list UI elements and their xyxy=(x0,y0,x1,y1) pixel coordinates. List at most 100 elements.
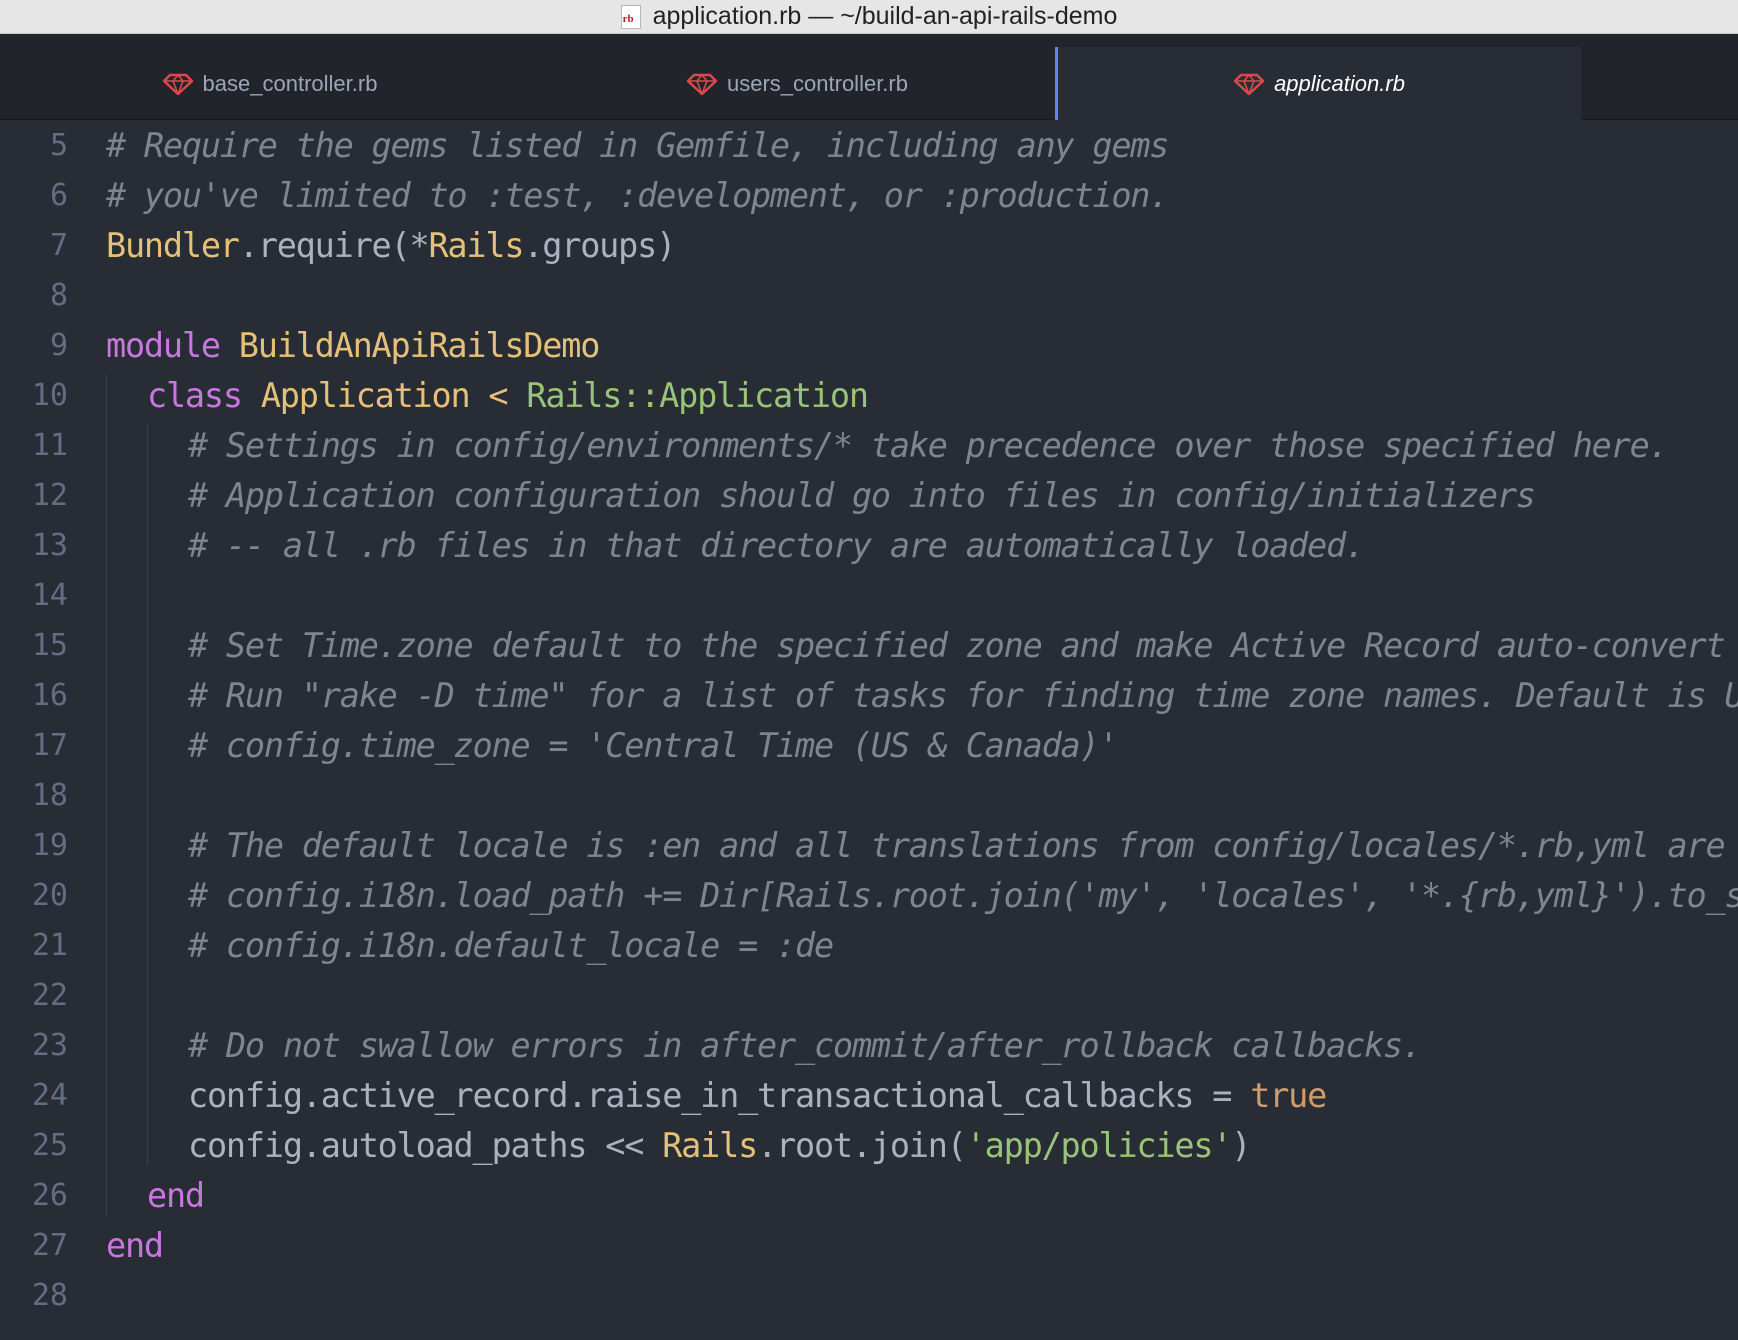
code-token: # config.i18n.default_locale = :de xyxy=(188,925,834,965)
code-line[interactable]: 11 # Settings in config/environments/* ta… xyxy=(0,420,1738,470)
code-token: # -- all .rb files in that directory are… xyxy=(188,525,1365,565)
code-token: # Do not swallow errors in after_commit/… xyxy=(188,1025,1422,1065)
tab-label: base_controller.rb xyxy=(202,70,378,96)
code-line[interactable]: 12 # Application configuration should go … xyxy=(0,470,1738,520)
window-title: application.rb — ~/build-an-api-rails-de… xyxy=(652,2,1118,30)
code-line[interactable]: 9 module BuildAnApiRailsDemo xyxy=(0,320,1738,370)
code-text: # Settings in config/environments/* take… xyxy=(188,425,1669,465)
ruby-gem-icon xyxy=(687,73,717,95)
code-line[interactable]: 25 config.autoload_paths << Rails.root.jo… xyxy=(0,1120,1738,1170)
code-line[interactable]: 22 xyxy=(0,970,1738,1020)
line-number: 9 xyxy=(49,327,68,363)
code-line[interactable]: 21 # config.i18n.default_locale = :de xyxy=(0,920,1738,970)
code-line[interactable]: 16 # Run "rake -D time" for a list of tas… xyxy=(0,670,1738,720)
line-number: 25 xyxy=(31,1127,68,1163)
code-line[interactable]: 20 # config.i18n.load_path += Dir[Rails.r… xyxy=(0,870,1738,920)
code-token: BuildAnApiRailsDemo xyxy=(238,325,601,365)
code-line[interactable]: 13 # -- all .rb files in that directory a… xyxy=(0,520,1738,570)
code-token: # config.time_zone = 'Central Time (US &… xyxy=(188,725,1119,765)
code-text: # Application configuration should go in… xyxy=(188,475,1536,515)
code-line[interactable]: 10 class Application < Rails::Application xyxy=(0,370,1738,420)
tab-base-controller[interactable]: base_controller.rb xyxy=(0,47,540,120)
code-text: # Require the gems listed in Gemfile, in… xyxy=(106,125,1169,165)
code-line[interactable]: 5 # Require the gems listed in Gemfile, i… xyxy=(0,120,1738,170)
code-token: # Run "rake -D time" for a list of tasks… xyxy=(188,675,1738,715)
code-line[interactable]: 27 end xyxy=(0,1220,1738,1270)
code-line[interactable]: 8 xyxy=(0,270,1738,320)
code-text: # config.time_zone = 'Central Time (US &… xyxy=(188,725,1119,765)
line-number: 18 xyxy=(31,777,68,813)
line-number: 26 xyxy=(31,1177,68,1213)
ruby-gem-icon xyxy=(1234,73,1265,95)
code-text: # you've limited to :test, :development,… xyxy=(106,176,1169,215)
line-number: 6 xyxy=(49,177,68,213)
line-number: 7 xyxy=(49,227,68,263)
line-number: 17 xyxy=(31,727,68,763)
line-number: 24 xyxy=(31,1077,68,1113)
line-number: 12 xyxy=(31,477,68,513)
code-token: Bundler xyxy=(106,225,240,265)
code-line[interactable]: 6 # you've limited to :test, :development… xyxy=(0,170,1738,220)
tab-label: application.rb xyxy=(1274,70,1405,96)
line-number: 19 xyxy=(31,827,68,863)
code-token: < xyxy=(469,375,527,415)
code-line[interactable]: 14 xyxy=(0,570,1738,620)
file-badge: rb xyxy=(622,12,634,25)
code-token: class xyxy=(147,375,261,415)
line-number: 11 xyxy=(31,427,68,463)
line-number: 21 xyxy=(31,927,68,963)
code-token: Rails xyxy=(662,1125,758,1165)
line-number: 22 xyxy=(31,977,68,1013)
tab-users-controller[interactable]: users_controller.rb xyxy=(540,47,1055,120)
code-token: # Application configuration should go in… xyxy=(188,475,1536,515)
ruby-file-icon: rb xyxy=(620,4,641,29)
code-token: module xyxy=(106,325,239,365)
code-editor[interactable]: 5 # Require the gems listed in Gemfile, i… xyxy=(0,120,1738,1340)
code-token: # The default locale is :en and all tran… xyxy=(188,825,1726,865)
ruby-gem-icon xyxy=(162,73,193,95)
code-text: # Set Time.zone default to the specified… xyxy=(188,626,1738,665)
window-titlebar: rb application.rb — ~/build-an-api-rails… xyxy=(0,0,1738,34)
code-token: # Require the gems listed in Gemfile, in… xyxy=(106,125,1169,165)
code-text: # config.i18n.default_locale = :de xyxy=(188,925,834,965)
code-line[interactable]: 28 xyxy=(0,1270,1738,1320)
code-token: config.active_record.raise_in_transactio… xyxy=(188,1075,1251,1115)
code-line[interactable]: 18 xyxy=(0,770,1738,820)
line-number: 10 xyxy=(31,377,68,413)
code-line[interactable]: 17 # config.time_zone = 'Central Time (US… xyxy=(0,720,1738,770)
line-number: 14 xyxy=(31,577,68,613)
code-token: # Set Time.zone default to the specified… xyxy=(188,625,1726,665)
code-text: # Run "rake -D time" for a list of tasks… xyxy=(188,676,1738,715)
line-number: 27 xyxy=(31,1227,68,1263)
code-token: # config.i18n.load_path += Dir[Rails.roo… xyxy=(188,875,1738,915)
code-text: end xyxy=(106,1226,164,1265)
line-number: 8 xyxy=(49,277,68,313)
code-token: # Settings in config/environments/* take… xyxy=(188,425,1669,465)
code-text: Bundler.require(*Rails.groups) xyxy=(106,225,676,265)
line-number: 23 xyxy=(31,1027,68,1063)
tab-application[interactable]: application.rb xyxy=(1055,47,1581,120)
code-lines: 5 # Require the gems listed in Gemfile, i… xyxy=(0,120,1738,1320)
code-token: true xyxy=(1250,1075,1327,1115)
code-token: Rails::Application xyxy=(526,375,869,415)
tab-label: users_controller.rb xyxy=(727,70,908,96)
code-line[interactable]: 15 # Set Time.zone default to the specifi… xyxy=(0,620,1738,670)
code-token: end xyxy=(147,1175,205,1215)
code-token: ) xyxy=(1231,1125,1251,1165)
code-line[interactable]: 26 end xyxy=(0,1170,1738,1220)
indent-guide xyxy=(147,424,148,1166)
code-text: # config.i18n.load_path += Dir[Rails.roo… xyxy=(188,876,1738,915)
code-line[interactable]: 23 # Do not swallow errors in after_commi… xyxy=(0,1020,1738,1070)
code-text: # Do not swallow errors in after_commit/… xyxy=(188,1025,1422,1065)
code-token: Rails xyxy=(428,225,524,265)
line-number: 20 xyxy=(31,877,68,913)
code-line[interactable]: 24 config.active_record.raise_in_transact… xyxy=(0,1070,1738,1120)
code-token: Application xyxy=(260,375,471,415)
tab-bar: base_controller.rb users_controller.rb a… xyxy=(0,34,1738,120)
line-number: 15 xyxy=(31,627,68,663)
code-token: .root.join( xyxy=(757,1125,967,1165)
line-number: 28 xyxy=(31,1277,68,1313)
code-text: config.autoload_paths << Rails.root.join… xyxy=(188,1125,1251,1165)
code-line[interactable]: 19 # The default locale is :en and all tr… xyxy=(0,820,1738,870)
code-line[interactable]: 7 Bundler.require(*Rails.groups) xyxy=(0,220,1738,270)
